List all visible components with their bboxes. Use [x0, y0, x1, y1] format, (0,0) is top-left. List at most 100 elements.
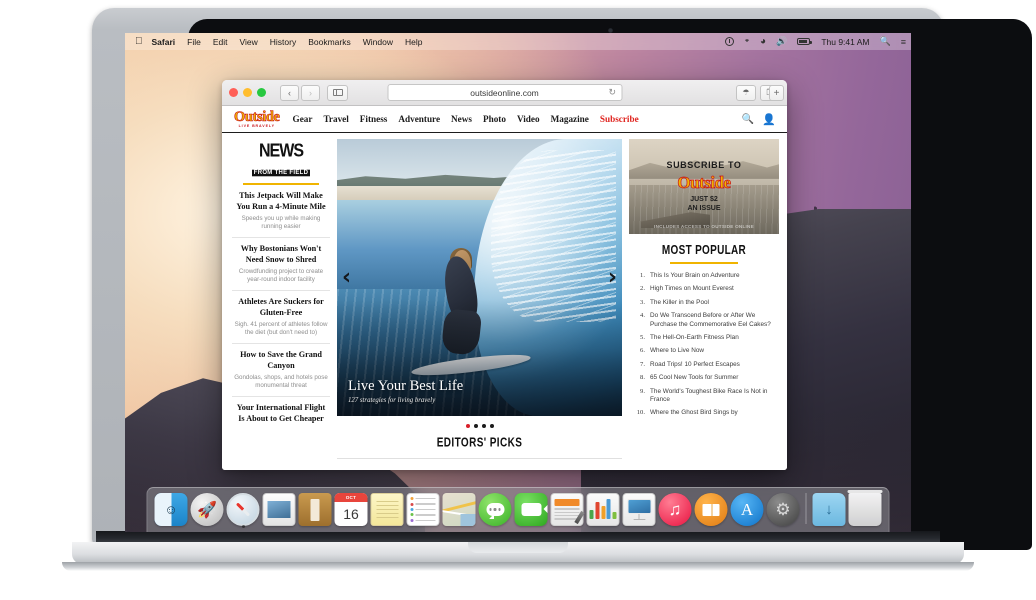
- most-popular-item[interactable]: 7. Road Trips! 10 Perfect Escapes: [632, 361, 779, 369]
- carousel-prev-arrow[interactable]: ‹: [342, 266, 351, 289]
- carousel-dot-1[interactable]: [465, 424, 470, 428]
- share-icon[interactable]: ☂: [736, 84, 756, 101]
- dock-icon-systempreferences[interactable]: ⚙: [766, 493, 800, 526]
- nav-link-travel[interactable]: Travel: [323, 114, 348, 124]
- close-window-button[interactable]: [229, 88, 238, 97]
- menu-item-view[interactable]: View: [239, 37, 257, 47]
- news-article-dek: Speeds you up while making running easie…: [241, 215, 321, 230]
- dock-icon-appstore[interactable]: A: [730, 493, 764, 526]
- numbers-bar-icon: [601, 506, 605, 519]
- carousel-next-arrow[interactable]: ›: [608, 266, 617, 289]
- time-machine-icon[interactable]: [725, 37, 735, 46]
- nff-title-line1: NEWS: [259, 141, 304, 162]
- notes-lines-icon: [376, 499, 398, 520]
- apple-menu-icon[interactable]: : [135, 36, 143, 47]
- dock-icon-trash[interactable]: [847, 490, 883, 526]
- bluetooth-icon[interactable]: ᛭: [744, 36, 750, 47]
- nav-link-adventure[interactable]: Adventure: [398, 114, 440, 124]
- news-article-item[interactable]: Athletes Are Suckers for Gluten-Free Sig…: [232, 291, 330, 344]
- menu-item-bookmarks[interactable]: Bookmarks: [308, 37, 351, 47]
- most-popular-title: The Killer in the Pool: [650, 298, 709, 306]
- news-article-item[interactable]: Your International Flight Is About to Ge…: [232, 397, 330, 430]
- dock-icon-calendar[interactable]: OCT 16: [334, 493, 368, 526]
- carousel-dot-4[interactable]: [489, 424, 494, 428]
- dock-icon-maps[interactable]: [442, 493, 476, 526]
- dock-icon-itunes[interactable]: ♫: [658, 493, 692, 526]
- laptop-base-notch: [468, 542, 568, 553]
- battery-icon[interactable]: [797, 38, 812, 45]
- menu-item-safari[interactable]: Safari: [152, 37, 176, 47]
- presentation-stand-icon: [638, 513, 640, 519]
- dock-icon-launchpad[interactable]: 🚀: [190, 493, 224, 526]
- dock-icon-pages[interactable]: [550, 493, 585, 526]
- dock-icon-facetime[interactable]: [514, 493, 548, 526]
- hero-carousel: ‹ › Live Your Best Life 127 strategies f…: [337, 139, 622, 470]
- nav-link-photo[interactable]: Photo: [483, 114, 506, 124]
- menubar-clock[interactable]: Thu 9:41 AM: [821, 37, 869, 47]
- dock-icon-ibooks[interactable]: [694, 493, 728, 526]
- menu-item-file[interactable]: File: [187, 37, 201, 47]
- dock-icon-messages[interactable]: [478, 493, 512, 526]
- sidebar-icon[interactable]: [327, 84, 348, 101]
- most-popular-underline: [670, 262, 738, 264]
- most-popular-item[interactable]: 9. The World's Toughest Bike Race Is Not…: [632, 388, 779, 405]
- dock-icon-photos[interactable]: [262, 493, 296, 526]
- dock-icon-numbers[interactable]: [586, 493, 620, 526]
- nav-link-subscribe[interactable]: Subscribe: [600, 114, 639, 124]
- zoom-window-button[interactable]: [257, 88, 266, 97]
- dock-icon-keynote[interactable]: [622, 493, 656, 526]
- most-popular-item[interactable]: 6. Where to Live Now: [632, 347, 779, 355]
- search-icon[interactable]: 🔍: [742, 114, 754, 125]
- dock-icon-downloads[interactable]: ↓: [812, 493, 846, 526]
- back-button[interactable]: ‹: [280, 84, 299, 101]
- volume-icon[interactable]: 🔊: [776, 37, 787, 46]
- news-article-title: Athletes Are Suckers for Gluten-Free: [238, 297, 324, 317]
- dock-icon-contacts[interactable]: [298, 493, 332, 526]
- nav-link-magazine[interactable]: Magazine: [551, 114, 589, 124]
- dock-icon-finder[interactable]: ☺: [154, 493, 188, 526]
- sidebar-right: SUBSCRIBE TO Outside JUST $2 AN ISSUE IN…: [629, 139, 779, 470]
- dock-icon-safari[interactable]: [226, 493, 260, 528]
- numbers-bar-icon: [595, 502, 600, 519]
- news-article-dek: Sigh. 41 percent of athletes follow the …: [234, 321, 328, 336]
- spotlight-search-icon[interactable]: 🔍: [880, 36, 891, 47]
- most-popular-rank: 4.: [640, 312, 645, 320]
- most-popular-title: Where the Ghost Bird Sings by: [650, 409, 738, 417]
- most-popular-item[interactable]: 10. Where the Ghost Bird Sings by: [632, 409, 779, 417]
- most-popular-item[interactable]: 5. The Hell-On-Earth Fitness Plan: [632, 334, 779, 342]
- hero-caption[interactable]: Live Your Best Life 127 strategies for l…: [348, 378, 463, 404]
- nav-link-video[interactable]: Video: [517, 114, 540, 124]
- news-article-item[interactable]: Why Bostonians Won't Need Snow to Shred …: [232, 238, 330, 291]
- subscribe-ad[interactable]: SUBSCRIBE TO Outside JUST $2 AN ISSUE IN…: [629, 139, 779, 234]
- nav-link-gear[interactable]: Gear: [293, 114, 313, 124]
- most-popular-item[interactable]: 1. This Is Your Brain on Adventure: [632, 272, 779, 280]
- site-nav-icons: 🔍 👤: [742, 113, 778, 126]
- most-popular-item[interactable]: 3. The Killer in the Pool: [632, 299, 779, 307]
- most-popular-item[interactable]: 8. 65 Cool New Tools for Summer: [632, 374, 779, 382]
- reload-icon[interactable]: ↻: [608, 87, 616, 98]
- carousel-dot-2[interactable]: [473, 424, 478, 428]
- news-article-item[interactable]: This Jetpack Will Make You Run a 4-Minut…: [232, 185, 330, 238]
- dock-icon-reminders[interactable]: [406, 493, 440, 526]
- minimize-window-button[interactable]: [243, 88, 252, 97]
- menu-item-window[interactable]: Window: [363, 37, 393, 47]
- menu-item-edit[interactable]: Edit: [213, 37, 228, 47]
- forward-button[interactable]: ›: [301, 84, 320, 101]
- wifi-icon[interactable]: ◕: [760, 36, 766, 47]
- outside-logo[interactable]: Outside LIVE BRAVELY: [234, 109, 281, 128]
- notification-center-icon[interactable]: ≡: [901, 37, 906, 47]
- music-note-icon: ♫: [668, 499, 682, 519]
- most-popular-item[interactable]: 4. Do We Transcend Before or After We Pu…: [632, 312, 779, 329]
- most-popular-item[interactable]: 2. High Times on Mount Everest: [632, 285, 779, 293]
- menu-item-history[interactable]: History: [270, 37, 296, 47]
- address-bar[interactable]: outsideonline.com ↻: [387, 84, 622, 101]
- news-article-item[interactable]: How to Save the Grand Canyon Gondolas, s…: [232, 344, 330, 397]
- nav-link-fitness[interactable]: Fitness: [360, 114, 388, 124]
- menu-item-help[interactable]: Help: [405, 37, 422, 47]
- new-tab-button[interactable]: +: [769, 85, 784, 101]
- carousel-dot-3[interactable]: [481, 424, 486, 428]
- user-account-icon[interactable]: 👤: [762, 113, 776, 126]
- laptop-base-shadow: [62, 562, 974, 571]
- nav-link-news[interactable]: News: [451, 114, 472, 124]
- dock-icon-notes[interactable]: [370, 493, 404, 526]
